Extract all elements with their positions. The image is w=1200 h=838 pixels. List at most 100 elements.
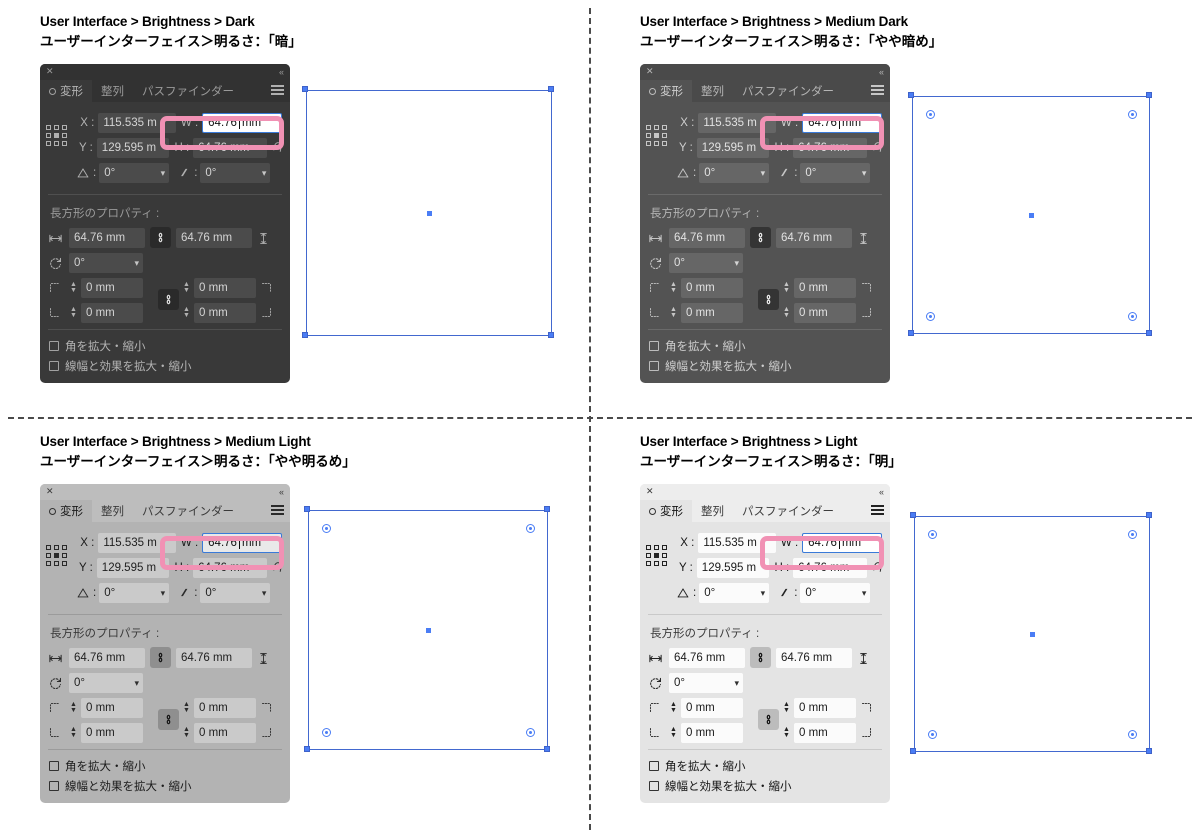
selection-handle[interactable]: [304, 506, 310, 512]
scale-strokes-checkbox[interactable]: [649, 781, 659, 791]
selection-handle[interactable]: [544, 506, 550, 512]
corner-br-stepper[interactable]: ▲ ▼: [781, 306, 792, 319]
rect-width-field[interactable]: 64.76 mm: [669, 647, 745, 668]
scale-corners-checkbox[interactable]: [49, 761, 59, 771]
corner-bl-stepper[interactable]: ▲ ▼: [668, 306, 679, 319]
corner-br-field[interactable]: 0 mm: [194, 723, 256, 743]
corner-br-stepper[interactable]: ▲ ▼: [781, 726, 792, 739]
scale-corners-checkbox[interactable]: [649, 341, 659, 351]
scale-corners-checkbox[interactable]: [649, 761, 659, 771]
corner-tr-field[interactable]: 0 mm: [794, 698, 856, 718]
corner-tr-field[interactable]: 0 mm: [194, 698, 256, 718]
corner-br-field[interactable]: 0 mm: [194, 303, 256, 323]
h-field[interactable]: 64.76 mm: [793, 558, 867, 578]
reference-point-widget[interactable]: [646, 125, 670, 149]
hamburger-icon[interactable]: [271, 85, 284, 96]
scale-corners-checkbox[interactable]: [49, 341, 59, 351]
slant-angle-select[interactable]: 0° ▾: [800, 583, 871, 603]
rotate-angle-select[interactable]: 0° ▾: [99, 163, 170, 183]
scale-corners-checkbox-row[interactable]: 角を拡大・縮小: [640, 336, 890, 356]
rect-height-field[interactable]: 64.76 mm: [176, 647, 252, 668]
tab-0[interactable]: 変形: [640, 80, 692, 102]
corner-tl-field[interactable]: 0 mm: [681, 698, 743, 718]
scale-strokes-checkbox-row[interactable]: 線幅と効果を拡大・縮小: [40, 776, 290, 803]
corner-tl-stepper[interactable]: ▲ ▼: [68, 281, 79, 294]
selection-handle[interactable]: [302, 332, 308, 338]
tab-2[interactable]: パスファインダー: [133, 500, 243, 522]
magnet-icon[interactable]: [870, 139, 886, 156]
selection-handle[interactable]: [1146, 92, 1152, 98]
w-field[interactable]: 64.76 mm: [802, 533, 882, 553]
tab-0[interactable]: 変形: [40, 80, 92, 102]
hamburger-icon[interactable]: [871, 505, 884, 516]
corner-bl-stepper[interactable]: ▲ ▼: [668, 726, 679, 739]
reference-point-widget[interactable]: [46, 545, 70, 569]
collapse-icon[interactable]: «: [879, 67, 884, 77]
selection-handle[interactable]: [1146, 748, 1152, 754]
rect-width-field[interactable]: 64.76 mm: [69, 227, 145, 248]
corner-radius-widget[interactable]: [927, 729, 937, 739]
tab-2[interactable]: パスファインダー: [133, 80, 243, 102]
slant-angle-select[interactable]: 0° ▾: [200, 163, 271, 183]
corner-tr-stepper[interactable]: ▲ ▼: [181, 701, 192, 714]
magnet-icon[interactable]: [270, 559, 286, 576]
tab-0[interactable]: 変形: [40, 500, 92, 522]
corner-bl-field[interactable]: 0 mm: [81, 723, 143, 743]
w-field[interactable]: 64.76 mm: [202, 533, 282, 553]
magnet-icon[interactable]: [270, 139, 286, 156]
link-size-button[interactable]: [150, 227, 171, 248]
corner-radius-widget[interactable]: [1127, 529, 1137, 539]
corner-bl-stepper[interactable]: ▲ ▼: [68, 306, 79, 319]
rect-height-field[interactable]: 64.76 mm: [776, 647, 852, 668]
corner-bl-field[interactable]: 0 mm: [81, 303, 143, 323]
rect-height-field[interactable]: 64.76 mm: [776, 227, 852, 248]
rect-rotation-select[interactable]: 0° ▾: [669, 673, 743, 693]
y-field[interactable]: 129.595 m: [696, 138, 769, 158]
selection-handle[interactable]: [548, 86, 554, 92]
rect-rotation-select[interactable]: 0° ▾: [69, 673, 143, 693]
link-corners-button[interactable]: [758, 709, 779, 730]
selection-handle[interactable]: [1146, 330, 1152, 336]
collapse-icon[interactable]: «: [279, 487, 284, 497]
w-field[interactable]: 64.76 mm: [802, 113, 882, 133]
corner-radius-widget[interactable]: [525, 523, 535, 533]
corner-tr-stepper[interactable]: ▲ ▼: [181, 281, 192, 294]
hamburger-icon[interactable]: [271, 505, 284, 516]
h-field[interactable]: 64.76 mm: [193, 558, 267, 578]
selection-handle[interactable]: [304, 746, 310, 752]
link-corners-button[interactable]: [158, 289, 179, 310]
close-icon[interactable]: ✕: [646, 66, 654, 77]
rotate-angle-select[interactable]: 0° ▾: [699, 583, 770, 603]
corner-br-field[interactable]: 0 mm: [794, 303, 856, 323]
close-icon[interactable]: ✕: [646, 486, 654, 497]
corner-radius-widget[interactable]: [321, 523, 331, 533]
rect-height-field[interactable]: 64.76 mm: [176, 227, 252, 248]
scale-strokes-checkbox[interactable]: [649, 361, 659, 371]
slant-angle-select[interactable]: 0° ▾: [800, 163, 871, 183]
corner-br-stepper[interactable]: ▲ ▼: [181, 726, 192, 739]
rect-rotation-select[interactable]: 0° ▾: [669, 253, 743, 273]
corner-tr-field[interactable]: 0 mm: [794, 278, 856, 298]
magnet-icon[interactable]: [870, 559, 886, 576]
corner-radius-widget[interactable]: [321, 727, 331, 737]
corner-tl-field[interactable]: 0 mm: [81, 698, 143, 718]
y-field[interactable]: 129.595 m: [96, 558, 169, 578]
link-size-button[interactable]: [150, 647, 171, 668]
selection-handle[interactable]: [548, 332, 554, 338]
x-field[interactable]: 115.535 m: [698, 533, 777, 553]
rect-width-field[interactable]: 64.76 mm: [669, 227, 745, 248]
scale-strokes-checkbox-row[interactable]: 線幅と効果を拡大・縮小: [640, 776, 890, 803]
hamburger-icon[interactable]: [871, 85, 884, 96]
tab-1[interactable]: 整列: [92, 500, 133, 522]
collapse-icon[interactable]: «: [879, 487, 884, 497]
rect-rotation-select[interactable]: 0° ▾: [69, 253, 143, 273]
corner-radius-widget[interactable]: [1127, 729, 1137, 739]
close-icon[interactable]: ✕: [46, 66, 54, 77]
h-field[interactable]: 64.76 mm: [193, 138, 267, 158]
corner-br-field[interactable]: 0 mm: [794, 723, 856, 743]
collapse-icon[interactable]: «: [279, 67, 284, 77]
corner-tl-stepper[interactable]: ▲ ▼: [668, 701, 679, 714]
corner-radius-widget[interactable]: [1127, 109, 1137, 119]
tab-2[interactable]: パスファインダー: [733, 500, 843, 522]
x-field[interactable]: 115.535 m: [98, 533, 177, 553]
